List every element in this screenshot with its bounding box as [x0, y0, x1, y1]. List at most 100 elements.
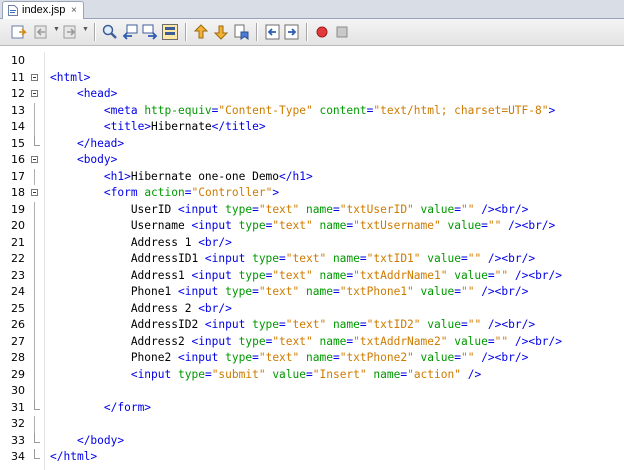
previous-bookmark-icon[interactable]: [192, 23, 210, 41]
back-icon[interactable]: [33, 23, 51, 41]
code-token-attr: value: [440, 219, 482, 232]
code-text: AddressID2 <input type="text" name="txtI…: [50, 317, 535, 334]
code-token-attr: value: [413, 351, 455, 364]
chevron-down-icon[interactable]: ▼: [82, 26, 89, 33]
fold-guide-line: [34, 234, 35, 251]
fold-guide-line: [34, 317, 35, 334]
code-token-attr: content: [312, 103, 367, 117]
next-bookmark-icon[interactable]: [212, 23, 230, 41]
code-line[interactable]: 21 Address 1 <br/>: [0, 234, 624, 251]
code-token-attr: name: [312, 334, 347, 348]
code-token-tag: <input: [191, 268, 239, 282]
close-tab-icon[interactable]: ×: [71, 2, 77, 19]
toggle-highlight-icon[interactable]: [161, 23, 179, 41]
code-token-tag: /><br/>: [481, 252, 536, 265]
stop-macro-icon[interactable]: [333, 23, 351, 41]
code-line[interactable]: 17 <h1>Hibernate one-one Demo</h1>: [0, 168, 624, 186]
line-number: 33: [11, 433, 25, 447]
fold-guide-line: [34, 168, 35, 185]
find-next-icon[interactable]: [141, 23, 159, 41]
code-token-attr: type: [177, 367, 205, 381]
code-token-tag: </title>: [211, 120, 266, 133]
code-token-tag: </body>: [76, 433, 125, 447]
last-edit-icon[interactable]: [10, 23, 28, 41]
code-line[interactable]: 15 </head>: [0, 135, 624, 153]
code-line[interactable]: 25 Address 2 <br/>: [0, 300, 624, 317]
toggle-bookmark-icon[interactable]: [232, 23, 250, 41]
code-line[interactable]: 27 Address2 <input type="text" name="txt…: [0, 333, 624, 350]
start-macro-icon[interactable]: [313, 23, 331, 41]
code-token-tag: =: [332, 351, 340, 364]
code-line[interactable]: 19 UserID <input type="text" name="txtUs…: [0, 201, 624, 218]
find-icon[interactable]: [101, 23, 119, 41]
code-token-val: "Content-Type": [218, 103, 313, 117]
code-line[interactable]: 20 Username <input type="text" name="txt…: [0, 218, 624, 235]
code-token-val: "text": [272, 219, 313, 232]
code-text: <h1>Hibernate one-one Demo</h1>: [50, 169, 313, 186]
code-token-tag: <title>: [103, 120, 152, 133]
code-token-tag: =: [332, 285, 340, 298]
code-token-val: "": [467, 318, 482, 331]
code-text: <html>: [50, 70, 90, 87]
code-text: <meta http-equiv="Content-Type" content=…: [50, 103, 555, 120]
code-line[interactable]: 13 <meta http-equiv="Content-Type" conte…: [0, 102, 624, 120]
code-line[interactable]: 33 </body>: [0, 432, 624, 450]
chevron-down-icon[interactable]: ▼: [53, 26, 60, 33]
shift-right-icon[interactable]: [283, 23, 301, 41]
code-line[interactable]: 11 <html>: [0, 70, 624, 87]
code-token-txt: Address 1: [50, 235, 199, 249]
code-line[interactable]: 31 </form>: [0, 399, 624, 417]
code-line[interactable]: 29 <input type="submit" value="Insert" n…: [0, 366, 624, 383]
fold-collapse-icon[interactable]: [31, 90, 38, 97]
fold-collapse-icon[interactable]: [31, 156, 38, 163]
code-line[interactable]: 12 <head>: [0, 86, 624, 103]
code-line[interactable]: 22 AddressID1 <input type="text" name="t…: [0, 251, 624, 268]
code-token-tag: =: [306, 367, 313, 381]
code-line[interactable]: 23 Address1 <input type="text" name="txt…: [0, 267, 624, 284]
code-token-val: "txtPhone1": [339, 285, 414, 298]
code-line[interactable]: 34 </html>: [0, 449, 624, 466]
code-token-attr: value: [420, 318, 461, 331]
code-token-tag: <head>: [76, 87, 118, 100]
code-line[interactable]: 30: [0, 383, 624, 400]
code-token-tag: <input: [177, 351, 226, 364]
code-token-tag: <input: [177, 202, 226, 216]
forward-icon[interactable]: [62, 23, 80, 41]
code-token-val: "txtID2": [366, 318, 421, 331]
code-token-val: "": [487, 219, 502, 232]
code-token-attr: value: [413, 285, 455, 298]
code-line[interactable]: 32: [0, 416, 624, 433]
fold-guide-line: [34, 300, 35, 317]
code-line[interactable]: 24 Phone1 <input type="text" name="txtPh…: [0, 284, 624, 301]
code-line[interactable]: 10: [0, 53, 624, 70]
shift-left-icon[interactable]: [263, 23, 281, 41]
code-token-tag: </head>: [76, 136, 125, 150]
fold-end-icon: [34, 399, 40, 410]
code-line[interactable]: 28 Phone2 <input type="text" name="txtPh…: [0, 350, 624, 367]
find-previous-icon[interactable]: [121, 23, 139, 41]
toolbar-separator: [306, 23, 308, 41]
code-text: </head>: [50, 136, 124, 153]
fold-collapse-icon[interactable]: [31, 73, 38, 81]
code-token-tag: <input: [204, 318, 253, 331]
fold-collapse-icon[interactable]: [31, 189, 38, 196]
tab-index-jsp[interactable]: index.jsp ×: [2, 1, 84, 19]
code-line[interactable]: 26 AddressID2 <input type="text" name="t…: [0, 317, 624, 334]
code-line[interactable]: 14 <title>Hibernate</title>: [0, 119, 624, 136]
code-token-attr: http-equiv: [144, 103, 212, 117]
code-text: Phone1 <input type="text" name="txtPhone…: [50, 284, 529, 301]
code-token-attr: action: [144, 186, 185, 199]
code-line[interactable]: 18 <form action="Controller">: [0, 185, 624, 202]
code-editor[interactable]: 10 11 <html> 12 <head> 13 <meta http-equiv="…: [0, 52, 624, 470]
line-number: 19: [11, 202, 25, 216]
code-token-tag: <input: [204, 252, 253, 265]
fold-guide-line: [34, 416, 35, 433]
line-number: 21: [11, 235, 25, 249]
code-token-attr: type: [238, 268, 266, 282]
code-token-attr: type: [252, 252, 280, 265]
code-line[interactable]: 16 <body>: [0, 152, 624, 169]
